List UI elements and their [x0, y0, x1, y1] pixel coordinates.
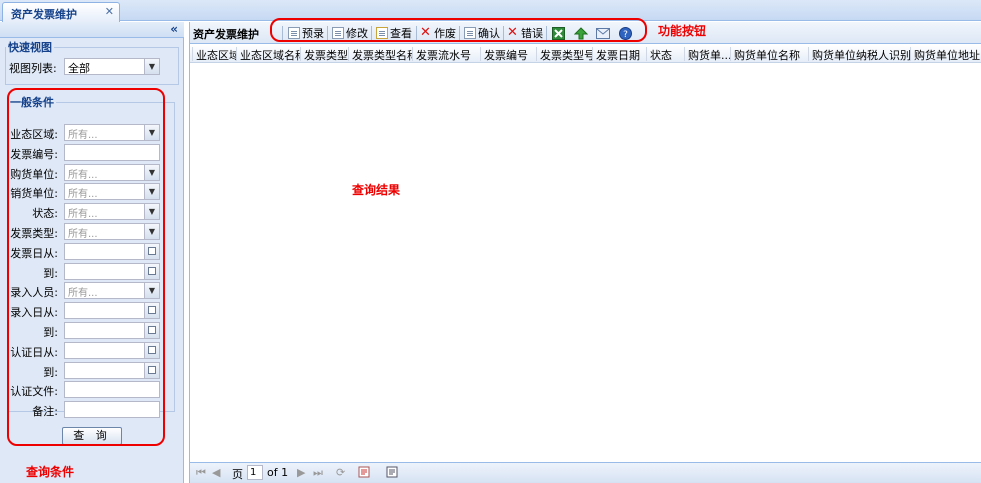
first-page-icon[interactable]: ⏮	[196, 466, 206, 480]
tab-label: 资产发票维护	[11, 8, 77, 21]
panel-title: 资产发票维护	[193, 28, 259, 41]
results-grid[interactable]	[190, 64, 981, 462]
column-header[interactable]: 发票类型号	[536, 47, 592, 61]
last-page-icon[interactable]: ⏭	[313, 466, 323, 480]
column-header[interactable]: 购货单位地址电	[910, 47, 981, 61]
column-header[interactable]: 状态	[646, 47, 684, 61]
results-panel: 资产发票维护 预录 修改 查看 ✕ 作废 确认 ✕ 错误 ? 业态区域 业态区域…	[189, 22, 981, 483]
column-header[interactable]: 购货单位名称	[730, 47, 808, 61]
column-header[interactable]: 业态区域	[192, 47, 236, 61]
collapse-icon[interactable]: «	[170, 22, 178, 36]
chevron-down-icon[interactable]: ▼	[144, 59, 159, 74]
print-icon[interactable]	[358, 466, 370, 481]
export-icon[interactable]	[386, 466, 398, 481]
quick-view-fieldset: 快速视图 视图列表: 全部 ▼	[5, 39, 179, 85]
view-list-value: 全部	[68, 62, 90, 75]
app-root: 资产发票维护 ✕ « 快速视图 视图列表: 全部 ▼ 一般条件 业态区域: 所有.…	[0, 0, 981, 483]
next-page-icon[interactable]: ▶	[297, 466, 305, 479]
toolbar-annotation-label: 功能按钮	[658, 24, 707, 38]
column-header[interactable]: 发票类型名称	[348, 47, 412, 61]
column-header[interactable]: 发票流水号	[412, 47, 480, 61]
page-number-input[interactable]: 1	[247, 465, 263, 480]
conditions-annotation-label: 查询条件	[26, 465, 75, 479]
refresh-icon[interactable]: ⟳	[336, 466, 345, 479]
column-header[interactable]: 发票编号	[480, 47, 536, 61]
page-total: of 1	[267, 466, 289, 479]
page-label: 页	[232, 468, 243, 481]
close-icon[interactable]: ✕	[105, 5, 114, 18]
column-header[interactable]: 业态区域名称	[236, 47, 300, 61]
toolbar-annotation-box	[270, 18, 647, 42]
view-list-label: 视图列表:	[9, 62, 57, 75]
collapse-bar: «	[0, 22, 184, 38]
view-list-select[interactable]: 全部 ▼	[64, 58, 160, 75]
pager: ⏮ ◀ 页 1 of 1 ▶ ⏭ ⟳	[190, 462, 981, 483]
grid-header: 业态区域 业态区域名称 发票类型 发票类型名称 发票流水号 发票编号 发票类型号 发票日期 状态…	[190, 45, 981, 63]
column-header[interactable]: 发票类型	[300, 47, 348, 61]
column-header[interactable]: 购货单位纳税人识别号	[808, 47, 910, 61]
results-annotation-label: 查询结果	[352, 183, 401, 197]
tab-asset-invoice[interactable]: 资产发票维护 ✕	[2, 2, 120, 22]
prev-page-icon[interactable]: ◀	[212, 466, 220, 479]
column-header[interactable]: 发票日期	[592, 47, 646, 61]
quick-view-legend: 快速视图	[8, 41, 52, 54]
conditions-annotation-box	[7, 88, 165, 446]
column-header[interactable]: 购货单...	[684, 47, 730, 61]
